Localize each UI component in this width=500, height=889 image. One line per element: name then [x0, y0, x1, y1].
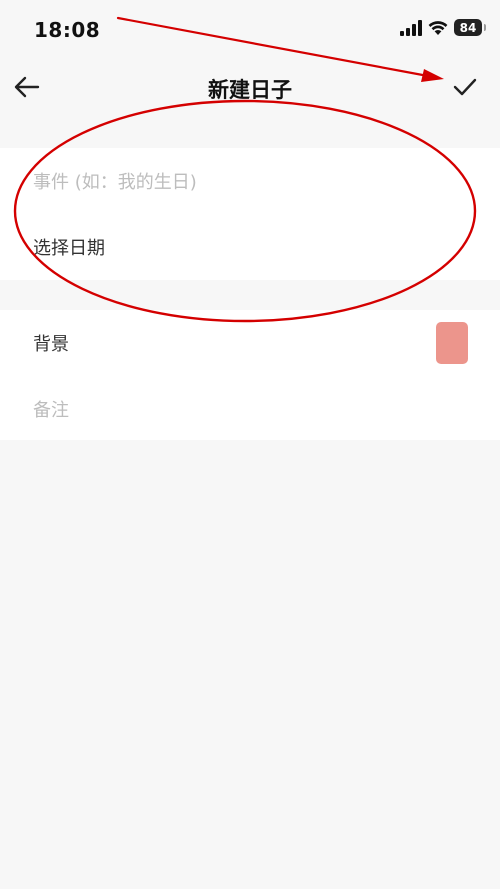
confirm-button[interactable]	[448, 70, 482, 104]
event-name-input[interactable]: 事件 (如：我的生日)	[0, 148, 500, 214]
page-title: 新建日子	[208, 78, 292, 102]
status-time: 18:08	[34, 18, 101, 42]
wifi-icon	[428, 20, 448, 35]
signal-icon	[400, 19, 422, 36]
background-row[interactable]: 背景	[0, 310, 500, 376]
status-icons: 84	[400, 19, 486, 36]
background-color-swatch[interactable]	[436, 322, 468, 364]
options-card: 背景 备注	[0, 310, 500, 440]
status-bar: 18:08 84	[0, 0, 500, 60]
annotation-overlay	[13, 16, 477, 323]
event-name-placeholder: 事件 (如：我的生日)	[33, 172, 197, 193]
date-picker-label: 选择日期	[33, 238, 105, 259]
event-card: 事件 (如：我的生日) 选择日期	[0, 148, 500, 280]
nav-bar: 新建日子	[0, 60, 500, 120]
date-picker-row[interactable]: 选择日期	[0, 214, 500, 280]
note-placeholder: 备注	[33, 400, 69, 421]
note-input[interactable]: 备注	[0, 376, 500, 442]
background-label: 背景	[33, 334, 69, 355]
checkmark-icon	[453, 78, 477, 96]
battery-icon: 84	[454, 19, 486, 36]
battery-level: 84	[459, 20, 477, 35]
